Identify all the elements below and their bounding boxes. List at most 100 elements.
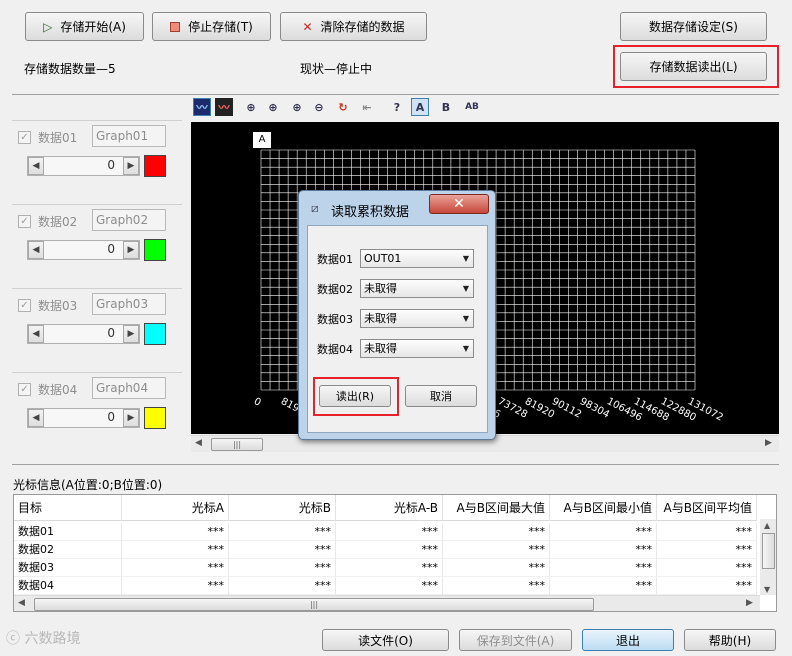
start-storage-button[interactable]: ▷ 存储开始(A) [25, 12, 144, 41]
graph-name-field[interactable]: Graph04 [92, 377, 166, 399]
chevron-left-icon[interactable]: ◀ [28, 157, 44, 175]
dialog-row-select[interactable]: OUT01 ▼ [360, 249, 474, 268]
dialog-body: 数据01 OUT01 ▼ 数据02 未取得 ▼ 数据03 未取得 ▼ 数据04 … [307, 225, 488, 433]
table-cell: *** [550, 541, 657, 559]
channel-color-swatch[interactable] [144, 239, 166, 261]
channel-checkbox[interactable]: ✓ [18, 299, 31, 312]
table-cell: *** [122, 577, 229, 595]
export-icon[interactable]: ⇤ [358, 98, 376, 116]
chevron-down-icon: ▼ [462, 284, 469, 293]
dialog-row-value: OUT01 [364, 252, 402, 265]
scroll-thumb[interactable]: ||| [34, 598, 594, 611]
zoom-y-icon[interactable]: ⊕ [264, 98, 282, 116]
channel-color-swatch[interactable] [144, 155, 166, 177]
channel-color-swatch[interactable] [144, 323, 166, 345]
save-file-button[interactable]: 保存到文件(A) [459, 629, 572, 651]
offset-stepper[interactable]: ◀ 0 ▶ [27, 240, 140, 260]
stop-storage-button[interactable]: 停止存储(T) [152, 12, 271, 41]
channel-checkbox[interactable]: ✓ [18, 215, 31, 228]
zoom-in-icon[interactable]: ⊕ [288, 98, 306, 116]
table-cell: *** [336, 541, 443, 559]
table-header-cell[interactable]: A与B区间最大值 [443, 495, 550, 521]
dialog-row-select[interactable]: 未取得 ▼ [360, 339, 474, 358]
graph-name-field[interactable]: Graph03 [92, 293, 166, 315]
table-cell: 数据04 [14, 577, 122, 595]
read-stored-data-button[interactable]: 存储数据读出(L) [620, 52, 767, 81]
chevron-left-icon[interactable]: ◀ [28, 241, 44, 259]
exit-button[interactable]: 退出 [582, 629, 674, 651]
clear-data-button[interactable]: ✕ 清除存储的数据 [280, 12, 427, 41]
offset-stepper[interactable]: ◀ 0 ▶ [27, 156, 140, 176]
close-icon[interactable]: ✕ [429, 194, 489, 214]
table-cell: *** [443, 541, 550, 559]
table-cell: *** [229, 559, 336, 577]
table-cell: *** [229, 541, 336, 559]
help-button[interactable]: 帮助(H) [684, 629, 776, 651]
dialog-cancel-button[interactable]: 取消 [405, 385, 477, 407]
chevron-right-icon[interactable]: ▶ [123, 157, 139, 175]
chevron-right-icon[interactable]: ▶ [123, 409, 139, 427]
graph-name-field[interactable]: Graph02 [92, 209, 166, 231]
scroll-thumb[interactable]: ||| [211, 438, 263, 451]
table-cell: *** [550, 577, 657, 595]
dialog-cancel-label: 取消 [430, 390, 452, 403]
watermark-text: 六数路境 [24, 631, 81, 647]
dialog-read-button[interactable]: 读出(R) [319, 385, 391, 407]
chevron-right-icon[interactable]: ▶ [123, 241, 139, 259]
cursor-ab-icon[interactable]: AB [463, 98, 481, 116]
table-header-cell[interactable]: 光标A-B [336, 495, 443, 521]
channel-checkbox[interactable]: ✓ [18, 383, 31, 396]
table-hscrollbar[interactable]: ◀ ||| ▶ [14, 595, 760, 611]
stored-count-text: 存储数据数量—5 [24, 62, 116, 76]
table-vscrollbar[interactable]: ▲ ▼ [760, 519, 776, 595]
table-header-cell[interactable]: 光标B [229, 495, 336, 521]
chevron-right-icon[interactable]: ▶ [123, 325, 139, 343]
chevron-left-icon[interactable]: ◀ [28, 325, 44, 343]
scroll-down-icon[interactable]: ▼ [764, 585, 770, 594]
storage-settings-label: 数据存储设定(S) [649, 20, 738, 34]
channel-divider [12, 120, 182, 121]
cursor-b-icon[interactable]: B [437, 98, 455, 116]
cursor-a-marker[interactable]: A [253, 132, 271, 148]
reset-icon[interactable]: ↻ [334, 98, 352, 116]
scroll-right-icon[interactable]: ▶ [746, 598, 753, 608]
chevron-left-icon[interactable]: ◀ [28, 409, 44, 427]
cursor-table[interactable]: 目标 光标A 光标B 光标A-B A与B区间最大值 A与B区间最小值 A与B区间平均值 数据… [13, 494, 777, 612]
save-file-label: 保存到文件(A) [476, 633, 555, 648]
table-header-cell[interactable]: A与B区间最小值 [550, 495, 657, 521]
dialog-row-label: 数据02 [317, 283, 353, 296]
table-cell: *** [122, 523, 229, 541]
divider [12, 94, 779, 95]
scroll-left-icon[interactable]: ◀ [195, 438, 202, 448]
channel-label: 数据02 [38, 215, 78, 229]
dialog-row-select[interactable]: 未取得 ▼ [360, 279, 474, 298]
offset-stepper[interactable]: ◀ 0 ▶ [27, 324, 140, 344]
scroll-right-icon[interactable]: ▶ [765, 438, 772, 448]
table-cell: *** [550, 559, 657, 577]
offset-stepper[interactable]: ◀ 0 ▶ [27, 408, 140, 428]
dialog-row-select[interactable]: 未取得 ▼ [360, 309, 474, 328]
table-cell: *** [229, 523, 336, 541]
logo-icon: ⓒ [6, 631, 20, 647]
storage-settings-button[interactable]: 数据存储设定(S) [620, 12, 767, 41]
scroll-left-icon[interactable]: ◀ [18, 598, 25, 608]
table-header-cell[interactable]: 光标A [122, 495, 229, 521]
cursor-a-icon[interactable]: A [411, 98, 429, 116]
zoom-x-icon[interactable]: ⊕ [242, 98, 260, 116]
cursor-icon[interactable]: ? [388, 98, 406, 116]
read-file-button[interactable]: 读文件(O) [322, 629, 449, 651]
scroll-up-icon[interactable]: ▲ [764, 521, 770, 530]
zoom-out-icon[interactable]: ⊖ [310, 98, 328, 116]
channel-checkbox[interactable]: ✓ [18, 131, 31, 144]
table-cell: *** [657, 559, 757, 577]
exit-label: 退出 [615, 633, 640, 648]
table-header-cell[interactable]: A与B区间平均值 [657, 495, 757, 521]
channel-color-swatch[interactable] [144, 407, 166, 429]
scroll-thumb[interactable] [762, 533, 775, 569]
graph-mode-icon[interactable]: 〰 [193, 98, 211, 116]
help-label: 帮助(H) [708, 633, 752, 648]
table-header-cell[interactable]: 目标 [14, 495, 122, 521]
chevron-down-icon: ▼ [462, 344, 469, 353]
graph-name-field[interactable]: Graph01 [92, 125, 166, 147]
graph-mode2-icon[interactable]: 〰 [215, 98, 233, 116]
